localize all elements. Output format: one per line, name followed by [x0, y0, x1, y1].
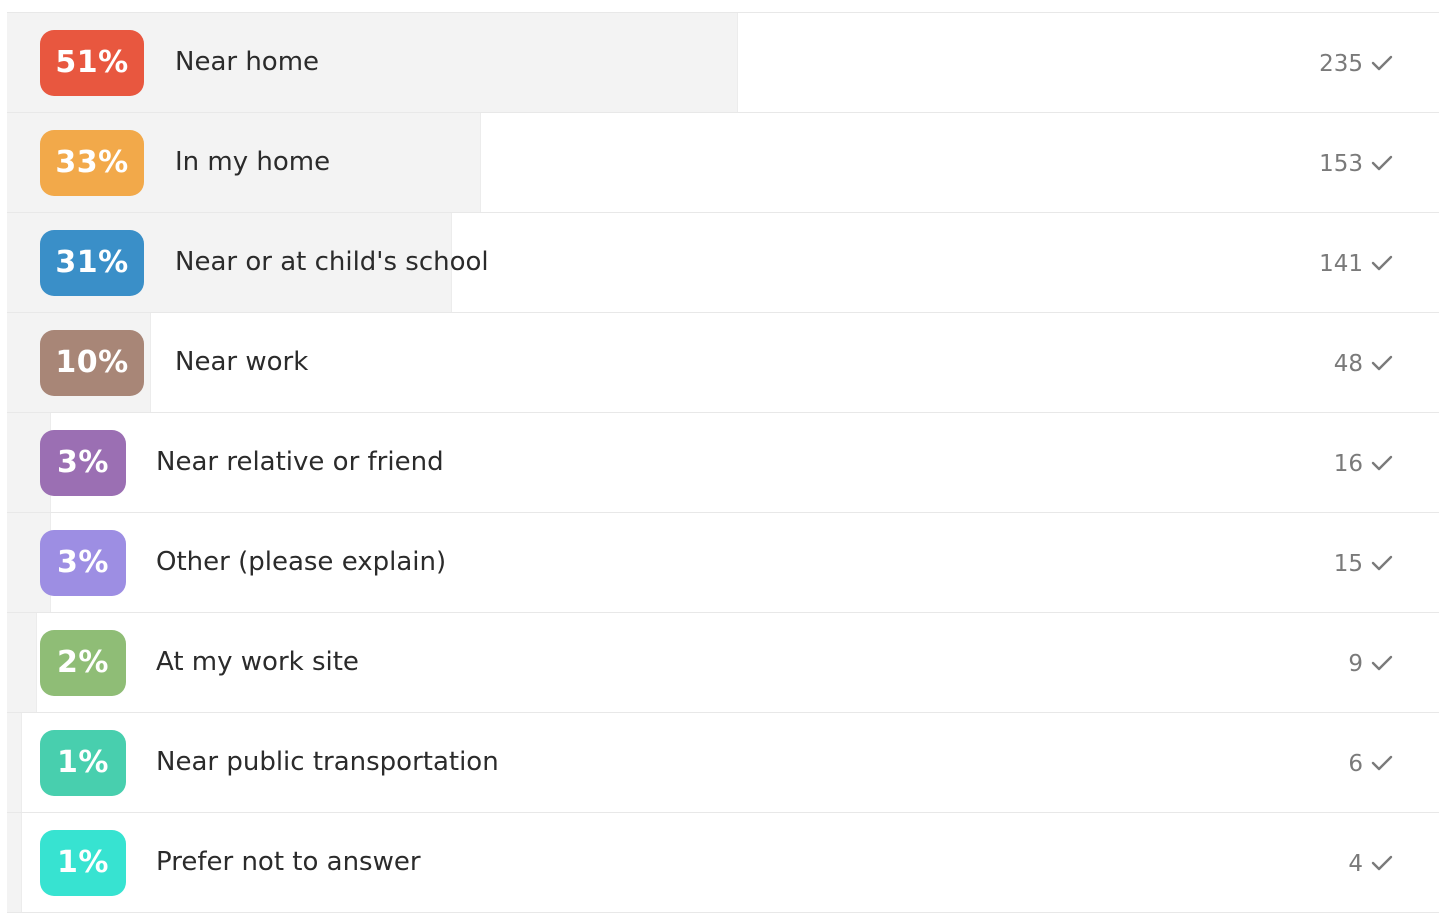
percentage-bar [7, 813, 22, 912]
option-label: Near public transportation [156, 747, 499, 777]
vote-count: 141 [1319, 251, 1363, 277]
vote-count: 235 [1319, 51, 1363, 77]
percent-badge: 1% [40, 730, 126, 796]
result-row: 3% Other (please explain) 15 [7, 513, 1439, 613]
checkmark-icon [1371, 355, 1393, 371]
option-label: Near relative or friend [156, 447, 444, 477]
result-row: 51% Near home 235 [7, 13, 1439, 113]
option-label: Near work [175, 347, 309, 377]
result-row: 3% Near relative or friend 16 [7, 413, 1439, 513]
percent-badge: 3% [40, 430, 126, 496]
checkmark-icon [1371, 155, 1393, 171]
poll-results-chart: 51% Near home 235 33% In my home 153 31% Near o… [7, 12, 1439, 913]
result-row: 31% Near or at child's school 141 [7, 213, 1439, 313]
vote-count: 4 [1348, 851, 1363, 877]
vote-count: 153 [1319, 151, 1363, 177]
percentage-bar [7, 713, 22, 812]
vote-count: 15 [1333, 551, 1363, 577]
checkmark-icon [1371, 555, 1393, 571]
percent-badge: 3% [40, 530, 126, 596]
checkmark-icon [1371, 755, 1393, 771]
checkmark-icon [1371, 655, 1393, 671]
checkmark-icon [1371, 855, 1393, 871]
result-row: 2% At my work site 9 [7, 613, 1439, 713]
percent-badge: 2% [40, 630, 126, 696]
option-label: Near or at child's school [175, 247, 489, 277]
option-label: Other (please explain) [156, 547, 447, 577]
percent-badge: 1% [40, 830, 126, 896]
percent-badge: 10% [40, 330, 144, 396]
result-row: 1% Near public transportation 6 [7, 713, 1439, 813]
option-label: At my work site [156, 647, 359, 677]
percent-badge: 31% [40, 230, 144, 296]
vote-count: 9 [1348, 651, 1363, 677]
option-label: Near home [175, 47, 320, 77]
percent-badge: 33% [40, 130, 144, 196]
result-row: 33% In my home 153 [7, 113, 1439, 213]
checkmark-icon [1371, 255, 1393, 271]
checkmark-icon [1371, 55, 1393, 71]
percentage-bar [7, 613, 37, 712]
vote-count: 6 [1348, 751, 1363, 777]
result-row: 10% Near work 48 [7, 313, 1439, 413]
option-label: In my home [175, 147, 331, 177]
checkmark-icon [1371, 455, 1393, 471]
percent-badge: 51% [40, 30, 144, 96]
result-row: 1% Prefer not to answer 4 [7, 813, 1439, 913]
vote-count: 16 [1333, 451, 1363, 477]
vote-count: 48 [1333, 351, 1363, 377]
option-label: Prefer not to answer [156, 847, 421, 877]
